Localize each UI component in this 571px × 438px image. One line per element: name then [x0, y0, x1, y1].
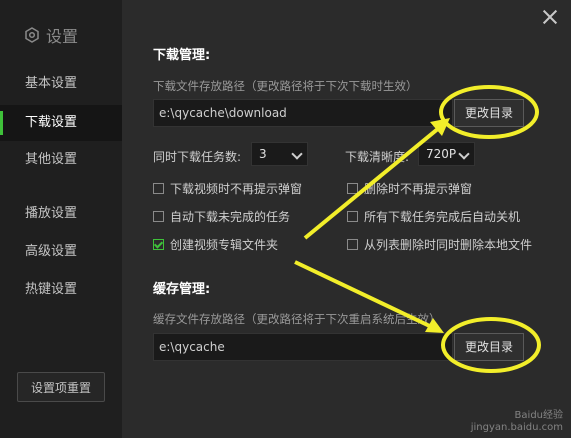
watermark-url: jingyan.baidu.com — [470, 422, 563, 433]
quality-select-value: 720P — [426, 147, 457, 161]
download-change-dir-button[interactable]: 更改目录 — [454, 99, 524, 127]
settings-icon — [25, 27, 39, 43]
option-album-folder[interactable]: 创建视频专辑文件夹 — [153, 236, 278, 253]
download-section-title: 下载管理: — [153, 48, 211, 63]
checkbox[interactable] — [347, 211, 358, 222]
option-label: 自动下载未完成的任务 — [170, 210, 291, 224]
cache-change-dir-button[interactable]: 更改目录 — [454, 333, 524, 361]
option-label: 所有下载任务完成后自动关机 — [364, 210, 521, 224]
option-label: 从列表删除时同时删除本地文件 — [364, 238, 533, 252]
cache-section-title: 缓存管理: — [153, 282, 211, 297]
watermark: Baidu经验 jingyan.baidu.com — [471, 410, 563, 434]
tasks-label: 同时下载任务数: — [153, 150, 242, 164]
chevron-down-icon — [458, 148, 470, 160]
sidebar-item-advanced[interactable]: 高级设置 — [0, 234, 122, 270]
sidebar: 设置 基本设置 下载设置 其他设置 播放设置 高级设置 热键设置 设置项重置 — [0, 0, 122, 438]
tasks-select-value: 3 — [259, 147, 267, 161]
option-no-popup-download[interactable]: 下载视频时不再提示弹窗 — [153, 180, 302, 197]
cache-path-hint: 缓存文件存放路径（更改路径将于下次重启系统后生效） — [153, 312, 441, 326]
option-auto-resume[interactable]: 自动下载未完成的任务 — [153, 208, 290, 225]
close-icon[interactable] — [541, 8, 559, 26]
quality-select[interactable]: 720P — [418, 142, 475, 166]
watermark-brand: Baidu经验 — [514, 410, 563, 421]
option-label: 删除时不再提示弹窗 — [364, 182, 473, 196]
reset-settings-button[interactable]: 设置项重置 — [17, 372, 105, 402]
checkbox[interactable] — [153, 239, 164, 250]
sidebar-item-hotkey[interactable]: 热键设置 — [0, 272, 122, 308]
option-no-popup-delete[interactable]: 删除时不再提示弹窗 — [347, 180, 472, 197]
sidebar-item-basic[interactable]: 基本设置 — [0, 66, 122, 102]
cache-path-field[interactable]: e:\qycache — [153, 333, 453, 361]
download-path-field[interactable]: e:\qycache\download — [153, 99, 453, 127]
quality-label: 下载清晰度: — [345, 150, 410, 164]
settings-title-text: 设置 — [46, 27, 79, 46]
option-auto-shutdown[interactable]: 所有下载任务完成后自动关机 — [347, 208, 520, 225]
settings-title: 设置 — [24, 23, 78, 47]
checkbox[interactable] — [347, 183, 358, 194]
checkbox[interactable] — [153, 211, 164, 222]
sidebar-item-playback[interactable]: 播放设置 — [0, 196, 122, 232]
sidebar-item-other[interactable]: 其他设置 — [0, 142, 122, 178]
chevron-down-icon — [291, 148, 303, 160]
checkbox[interactable] — [153, 183, 164, 194]
option-delete-local[interactable]: 从列表删除时同时删除本地文件 — [347, 236, 532, 253]
option-label: 下载视频时不再提示弹窗 — [170, 182, 303, 196]
sidebar-item-download[interactable]: 下载设置 — [0, 105, 122, 141]
download-path-hint: 下载文件存放路径（更改路径将于下次下载时生效） — [153, 79, 418, 93]
tasks-select[interactable]: 3 — [251, 142, 308, 166]
option-label: 创建视频专辑文件夹 — [170, 238, 279, 252]
checkbox[interactable] — [347, 239, 358, 250]
